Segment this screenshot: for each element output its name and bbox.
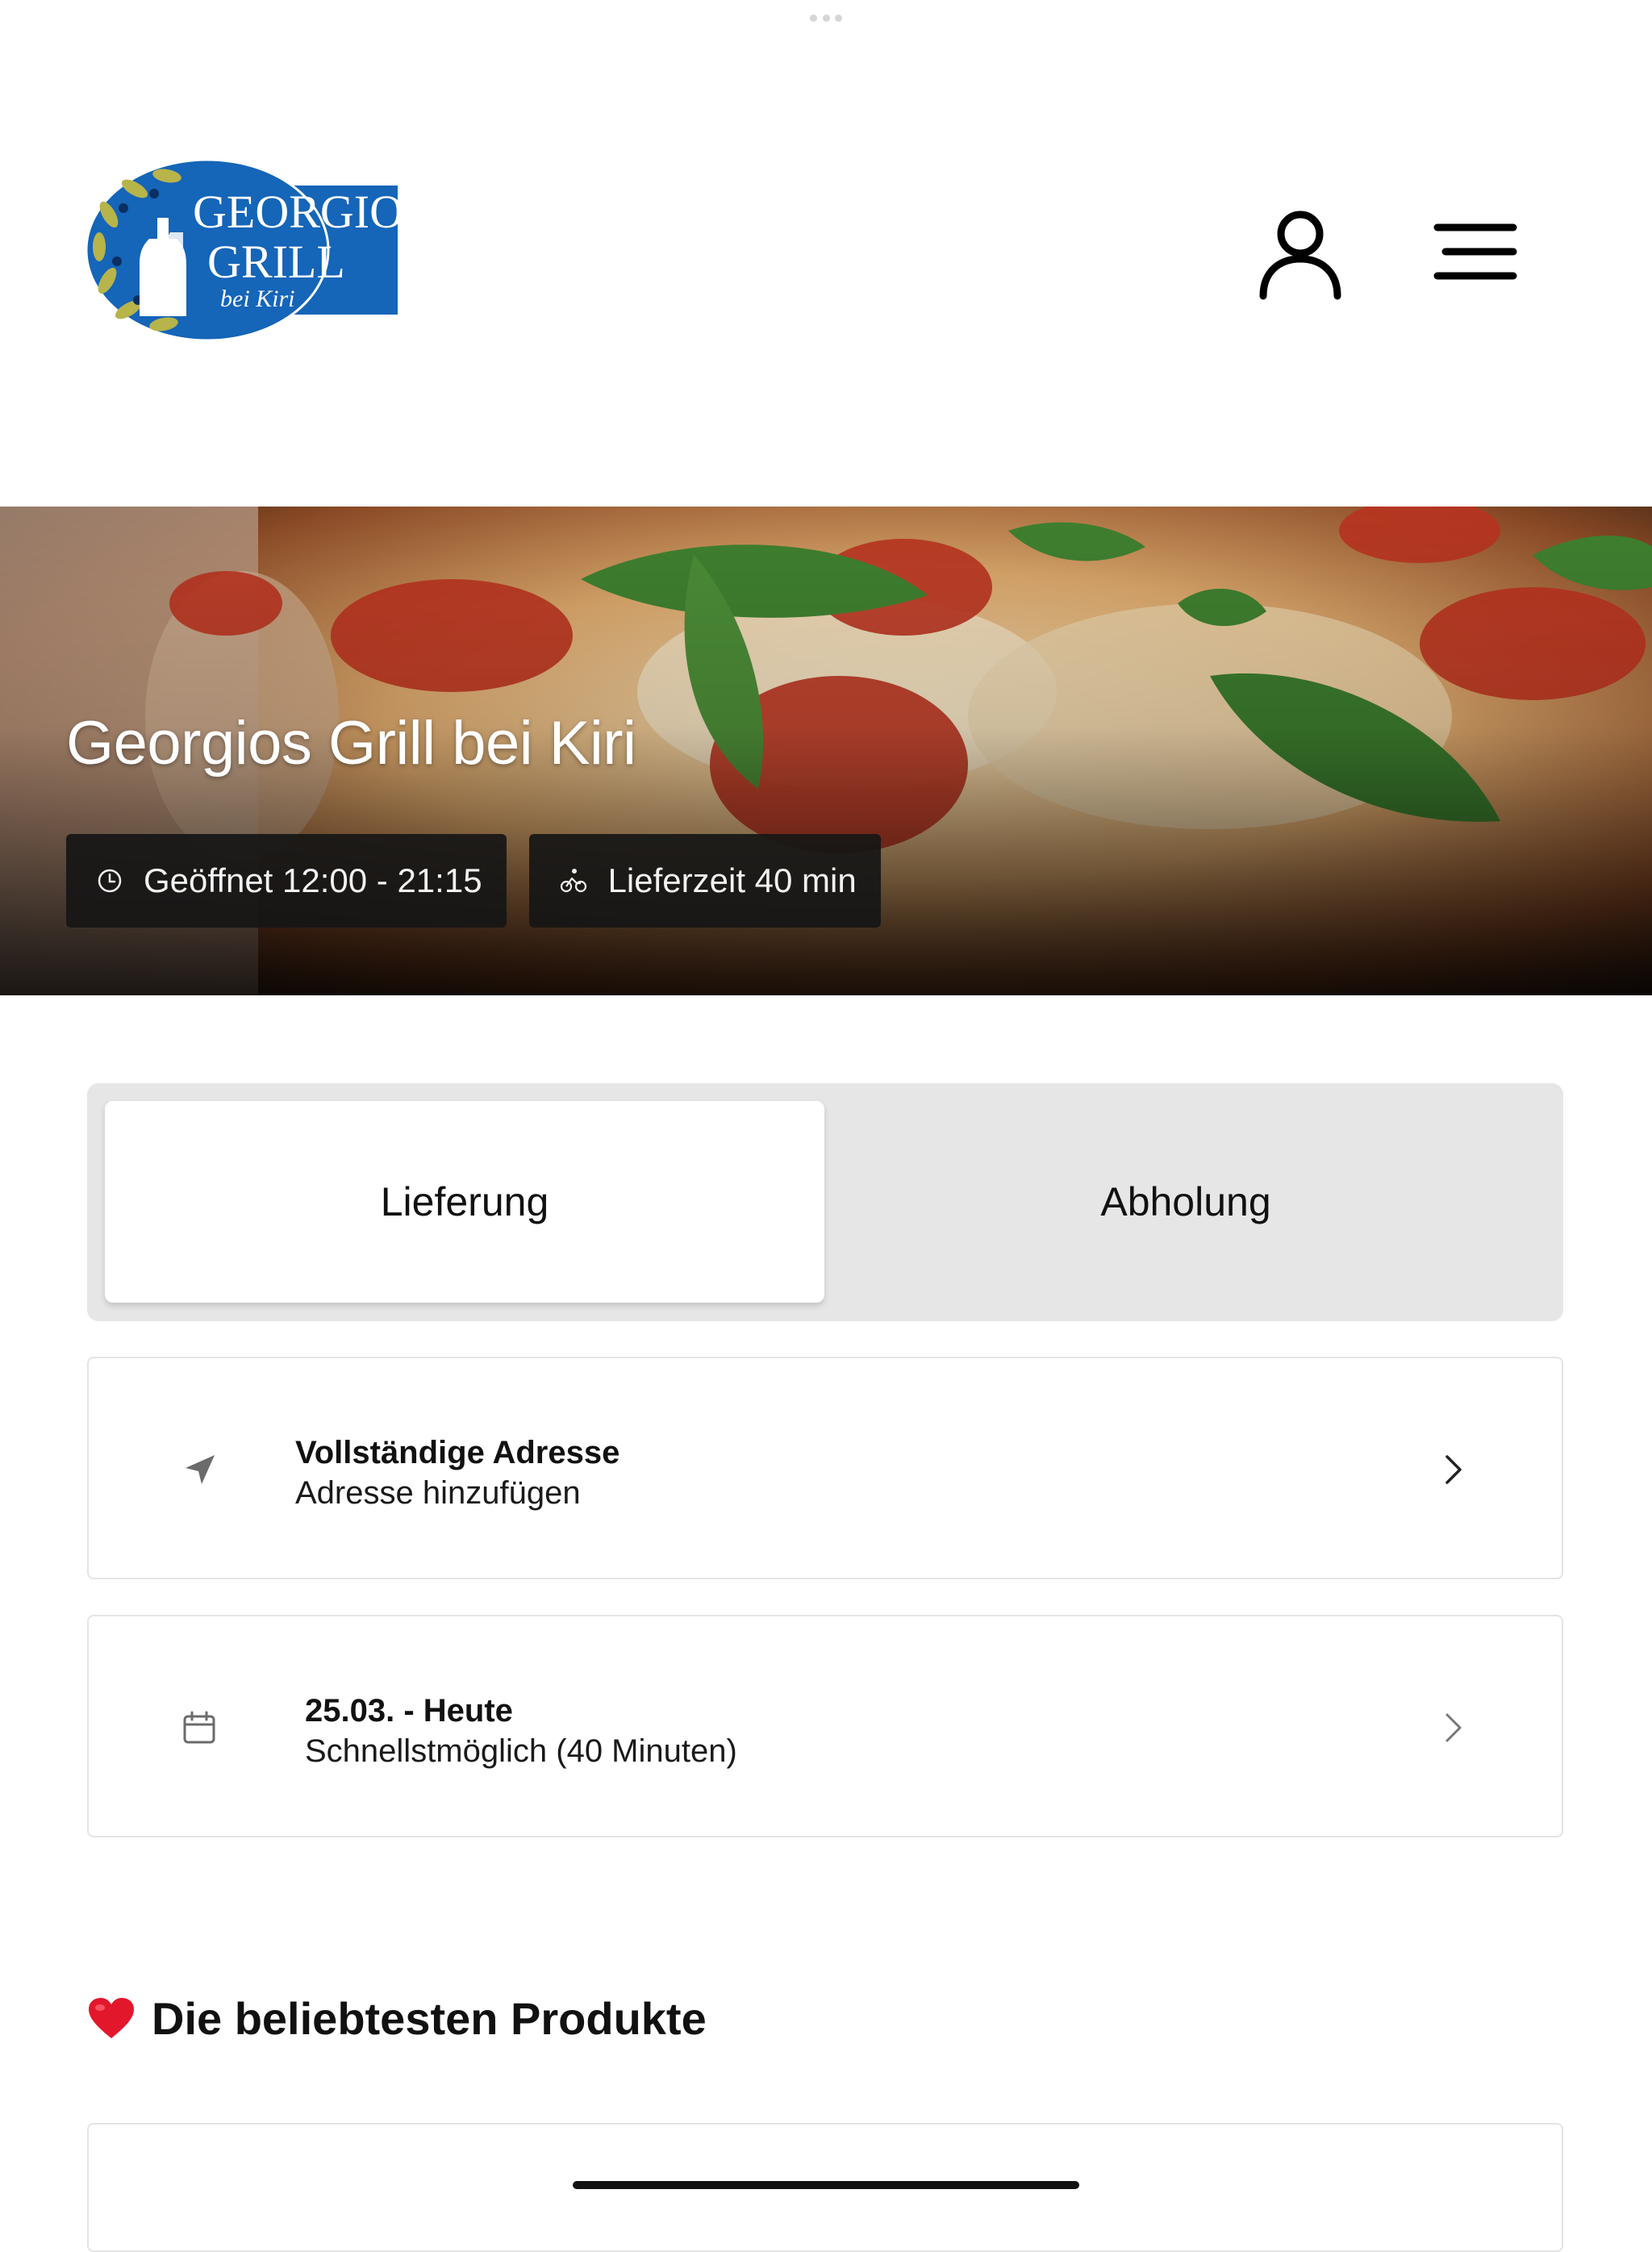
heart-icon [89,1997,134,2038]
address-selector[interactable]: Vollständige Adresse Adresse hinzufügen [87,1357,1563,1579]
delivery-time-chip: Lieferzeit 40 min [528,834,881,928]
site-header: GEORGIOS GRILL bei Kiri [0,0,1652,507]
address-title: Vollständige Adresse [295,1435,620,1470]
address-subtitle: Adresse hinzufügen [295,1475,581,1511]
home-indicator[interactable] [573,2181,1079,2189]
order-mode-toggle: Lieferung Abholung [87,1083,1563,1321]
delivery-date-subtitle: Schnellstmöglich (40 Minuten) [305,1733,737,1769]
delivery-date-title: 25.03. - Heute [305,1693,513,1729]
clock-icon [98,869,122,893]
opening-hours-chip: Geöffnet 12:00 - 21:15 [66,834,507,928]
logo-line2: GRILL [207,236,345,288]
popular-products-title: Die beliebtesten Produkte [152,1993,707,2044]
bicycle-courier-icon [560,869,586,893]
chevron-right-icon [1446,1455,1462,1484]
logo-line1: GEORGIOS [193,186,398,238]
calendar-icon [183,1711,215,1744]
location-arrow-icon [186,1455,215,1484]
delivery-time-selector[interactable]: 25.03. - Heute Schnellstmöglich (40 Minu… [87,1615,1563,1837]
delivery-time-text: Lieferzeit 40 min [607,861,857,899]
account-button[interactable] [1252,203,1349,308]
restaurant-logo[interactable]: GEORGIOS GRILL bei Kiri [86,158,398,342]
hamburger-menu-icon [1433,223,1517,280]
user-icon [1259,211,1341,300]
pickup-tab[interactable]: Abholung [826,1101,1546,1303]
delivery-tab[interactable]: Lieferung [105,1101,824,1303]
restaurant-name: Georgios Grill bei Kiri [66,709,636,778]
opening-hours-text: Geöffnet 12:00 - 21:15 [144,861,482,899]
menu-button[interactable] [1428,211,1525,292]
logo-line3: bei Kiri [220,286,295,312]
info-chips: Geöffnet 12:00 - 21:15 Lieferzeit 40 min [66,834,881,928]
hero-banner: Georgios Grill bei Kiri Geöffnet 12:00 -… [0,507,1652,995]
popular-products-heading: Die beliebtesten Produkte [87,1992,707,2045]
chevron-right-icon [1446,1713,1462,1742]
